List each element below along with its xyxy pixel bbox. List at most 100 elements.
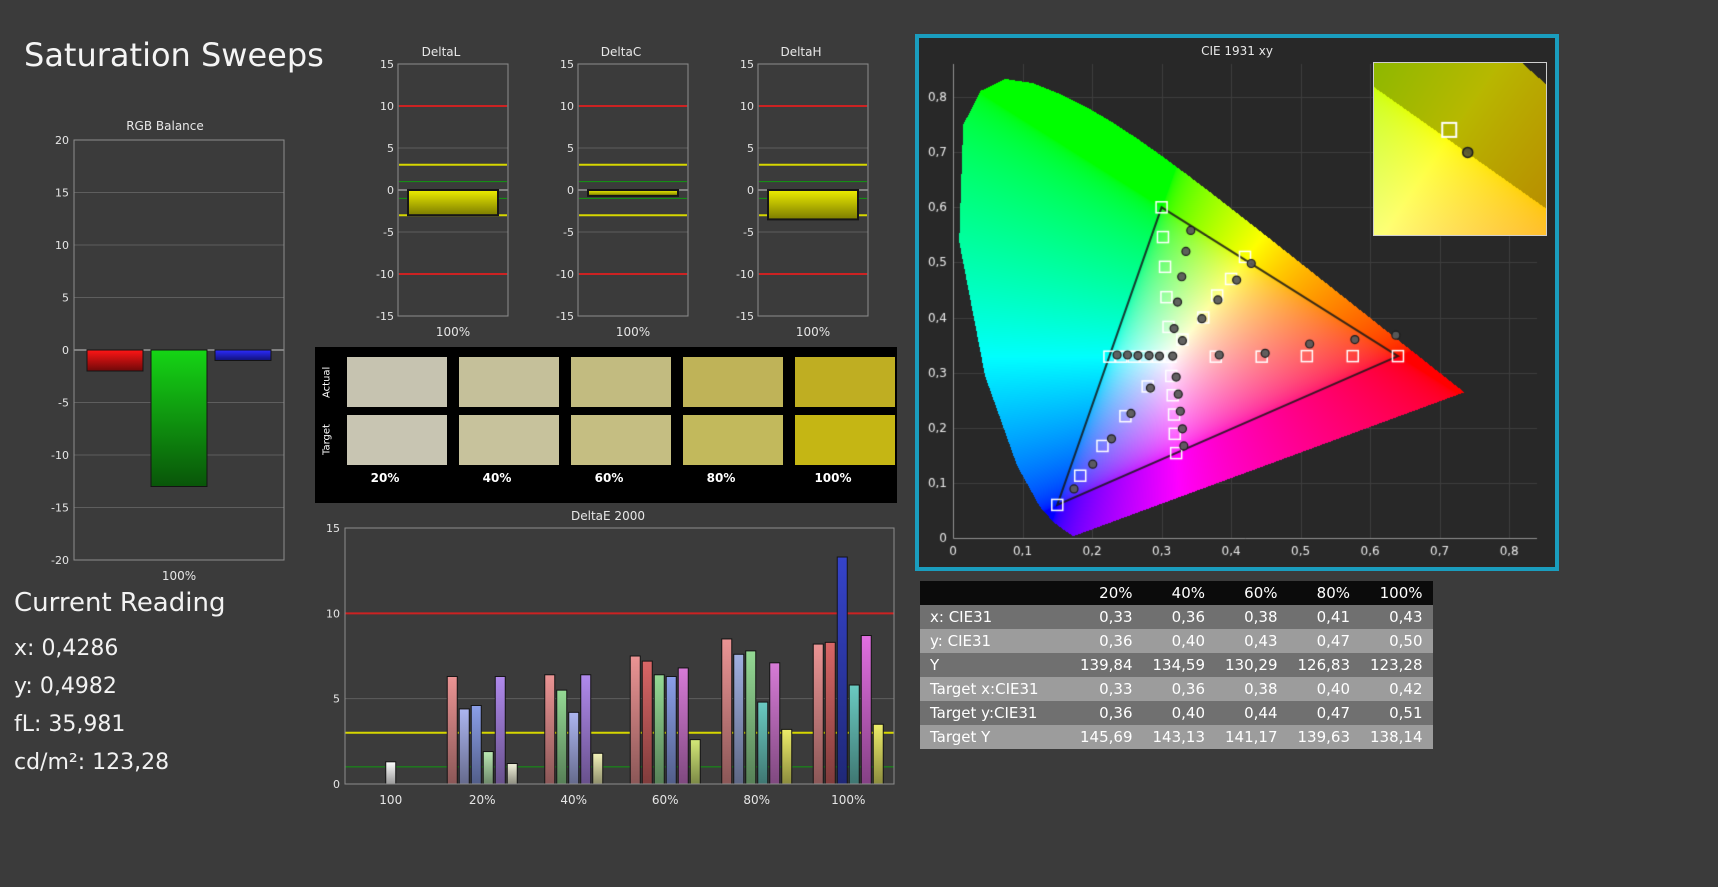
table-column-header: 60% [1215, 581, 1288, 605]
svg-text:15: 15 [740, 60, 754, 71]
svg-text:100%: 100% [436, 325, 470, 339]
table-row-label: Target y:CIE31 [920, 701, 1070, 725]
svg-text:-10: -10 [556, 268, 574, 281]
swatch-column-label: 20% [370, 471, 400, 485]
svg-text:0: 0 [387, 184, 394, 197]
measurement-table: 20% 40% 60% 80% 100% x: CIE31 0,33 0,36 0,38 0,4… [920, 581, 1433, 749]
swatch-row-label-target: Target [321, 424, 333, 456]
svg-text:-15: -15 [736, 310, 754, 323]
svg-text:100: 100 [379, 793, 402, 807]
rgb-balance-plot: -20 -15 -10 -5 0 5 10 15 20 100% [51, 134, 285, 583]
cie-inset-canvas [1374, 63, 1546, 235]
table-cell: 0,40 [1142, 701, 1215, 725]
table-column-header: 20% [1070, 581, 1143, 605]
svg-text:0: 0 [333, 778, 340, 791]
delta-l-chart: DeltaL -15 -10 -5 0 5 10 15 100% [368, 44, 514, 348]
deltae-bar [580, 674, 592, 785]
swatch-column-label: 60% [594, 471, 624, 485]
table-column-header: 40% [1142, 581, 1215, 605]
swatch-row-actual: Actual [319, 357, 897, 407]
swatch-column-label: 80% [706, 471, 736, 485]
reading-fl: fL: 35,981 [14, 712, 126, 737]
current-reading-title: Current Reading [14, 588, 226, 618]
cie-zoom-inset [1373, 62, 1547, 236]
swatch-target-20% [347, 415, 447, 465]
deltae-bar [848, 684, 860, 785]
table-cell: 141,17 [1215, 725, 1288, 749]
table-cell: 143,13 [1142, 725, 1215, 749]
table-header-row: 20% 40% 60% 80% 100% [920, 581, 1433, 605]
deltae-bar [733, 653, 745, 785]
deltae-bar [385, 761, 397, 785]
measurement-table-body: x: CIE31 0,33 0,36 0,38 0,41 0,43 y: CIE31 0,36… [920, 605, 1433, 749]
deltae-bars [385, 556, 884, 785]
deltae-bar [689, 739, 701, 785]
swatch-comparison-panel: Actual Target 20% 40% 60% 80% 100% [315, 347, 897, 503]
rgb-bar-red [86, 349, 144, 372]
svg-text:-10: -10 [51, 449, 69, 462]
deltae-2000-title: DeltaE 2000 [571, 509, 645, 523]
table-cell: 0,40 [1142, 629, 1215, 653]
swatch-column-labels: 20% 40% 60% 80% 100% [335, 471, 897, 485]
table-cell: 0,41 [1287, 605, 1360, 629]
deltae-bar [665, 675, 677, 785]
table-cell: 0,43 [1360, 605, 1433, 629]
svg-text:15: 15 [55, 187, 69, 200]
reading-y: y: 0,4982 [14, 674, 117, 699]
table-cell: 0,47 [1287, 629, 1360, 653]
svg-text:-5: -5 [58, 397, 69, 410]
deltae-bar [860, 635, 872, 785]
deltaL-bar [407, 189, 499, 217]
deltae-bar [872, 723, 884, 785]
table-cell: 134,59 [1142, 653, 1215, 677]
deltae-bar [721, 638, 733, 785]
table-row: Target y:CIE31 0,36 0,40 0,44 0,47 0,51 [920, 701, 1433, 725]
swatch-target-60% [571, 415, 671, 465]
deltae-bar [757, 701, 769, 785]
table-row: Y 139,84 134,59 130,29 126,83 123,28 [920, 653, 1433, 677]
deltaH-bar [767, 189, 859, 221]
table-cell: 0,42 [1360, 677, 1433, 701]
table-row: Target x:CIE31 0,33 0,36 0,38 0,40 0,42 [920, 677, 1433, 701]
deltae-bar [556, 689, 568, 785]
svg-text:15: 15 [560, 60, 574, 71]
table-cell: 0,36 [1142, 605, 1215, 629]
table-cell: 0,44 [1215, 701, 1288, 725]
svg-text:10: 10 [740, 100, 754, 113]
svg-text:5: 5 [747, 142, 754, 155]
deltae-bar [812, 643, 824, 785]
swatch-column-label: 40% [482, 471, 512, 485]
table-row-label: Target x:CIE31 [920, 677, 1070, 701]
table-row-label: Target Y [920, 725, 1070, 749]
deltae-2000-plot: 0 5 10 15 100 20% 40% 60% 80% 100% [326, 522, 895, 807]
table-cell: 145,69 [1070, 725, 1143, 749]
svg-text:0: 0 [62, 344, 69, 357]
table-row: Target Y 145,69 143,13 141,17 139,63 138,14 [920, 725, 1433, 749]
svg-text:20%: 20% [469, 793, 496, 807]
svg-text:10: 10 [380, 100, 394, 113]
svg-text:-5: -5 [743, 226, 754, 239]
deltae-bar [482, 751, 494, 785]
swatch-actual-80% [683, 357, 783, 407]
delta-c-plot: -15 -10 -5 0 5 10 15 100% [556, 58, 689, 339]
table-cell: 0,47 [1287, 701, 1360, 725]
swatch-actual-100% [795, 357, 895, 407]
deltae-bar [506, 763, 518, 785]
svg-text:-20: -20 [51, 554, 69, 567]
swatch-actual-60% [571, 357, 671, 407]
deltae-bar [836, 556, 848, 785]
svg-text:15: 15 [326, 524, 340, 535]
table-cell: 0,43 [1215, 629, 1288, 653]
deltae-gridlines: 0 5 10 15 [326, 522, 894, 791]
deltae-bar [824, 641, 836, 785]
swatch-column-label: 100% [814, 471, 852, 485]
swatch-target-40% [459, 415, 559, 465]
deltae-2000-chart: DeltaE 2000 0 5 10 15 100 20% 40% 60% 80% 100% [318, 508, 898, 818]
table-cell: 0,50 [1360, 629, 1433, 653]
deltae-bar [629, 655, 641, 785]
table-cell: 139,84 [1070, 653, 1143, 677]
deltae-bar [470, 704, 482, 785]
svg-text:0: 0 [747, 184, 754, 197]
deltae-bar [781, 728, 793, 785]
svg-text:-5: -5 [563, 226, 574, 239]
